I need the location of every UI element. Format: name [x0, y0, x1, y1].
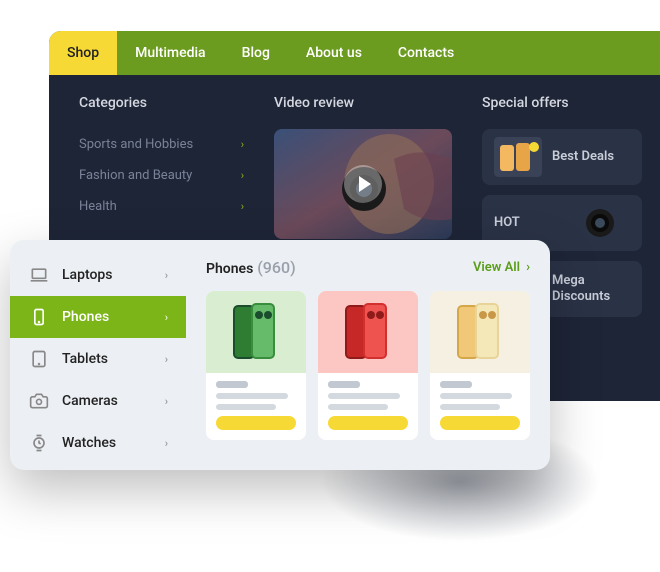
- product-cards: [206, 291, 530, 440]
- sidebar-item-laptops[interactable]: Laptops ›: [10, 254, 186, 296]
- skeleton-line: [216, 381, 248, 388]
- top-nav: Shop Multimedia Blog About us Contacts: [49, 31, 660, 75]
- nav-multimedia[interactable]: Multimedia: [117, 31, 224, 75]
- product-card[interactable]: [318, 291, 418, 440]
- product-image: [430, 291, 530, 373]
- category-health[interactable]: Health ›: [79, 191, 244, 222]
- product-body: [318, 373, 418, 440]
- main-count: (960): [257, 258, 295, 277]
- offer-label: Best Deals: [552, 149, 614, 165]
- view-all-label: View All: [473, 260, 520, 275]
- chevron-right-icon: ›: [165, 437, 168, 450]
- sidebar: Laptops › Phones › Tablets › Cameras ›: [10, 240, 186, 470]
- category-fashion[interactable]: Fashion and Beauty ›: [79, 160, 244, 191]
- sidebar-item-cameras[interactable]: Cameras ›: [10, 380, 186, 422]
- video-heading: Video review: [274, 95, 452, 111]
- sidebar-item-label: Watches: [62, 435, 153, 451]
- product-button[interactable]: [216, 416, 296, 430]
- sidebar-item-phones[interactable]: Phones ›: [10, 296, 186, 338]
- categories-heading: Categories: [79, 95, 244, 111]
- sidebar-item-label: Cameras: [62, 393, 153, 409]
- sidebar-item-label: Laptops: [62, 267, 153, 283]
- sidebar-item-watches[interactable]: Watches ›: [10, 422, 186, 464]
- product-card[interactable]: [206, 291, 306, 440]
- skeleton-line: [440, 381, 472, 388]
- product-body: [430, 373, 530, 440]
- chevron-right-icon: ›: [241, 138, 244, 151]
- category-sports[interactable]: Sports and Hobbies ›: [79, 129, 244, 160]
- chevron-right-icon: ›: [241, 169, 244, 182]
- main-title: Phones: [206, 261, 253, 277]
- sidebar-item-label: Tablets: [62, 351, 153, 367]
- product-body: [206, 373, 306, 440]
- light-app-panel: Laptops › Phones › Tablets › Cameras ›: [10, 240, 550, 470]
- product-button[interactable]: [440, 416, 520, 430]
- skeleton-line: [328, 404, 388, 410]
- skeleton-line: [328, 393, 400, 399]
- phone-icon: [28, 306, 50, 328]
- offer-thumb: [570, 203, 630, 243]
- skeleton-line: [440, 393, 512, 399]
- main-content: Phones (960) View All ›: [186, 240, 550, 470]
- nav-blog[interactable]: Blog: [224, 31, 288, 75]
- category-label: Health: [79, 199, 117, 214]
- nav-about[interactable]: About us: [288, 31, 380, 75]
- product-button[interactable]: [328, 416, 408, 430]
- chevron-right-icon: ›: [241, 200, 244, 213]
- skeleton-line: [328, 381, 360, 388]
- category-label: Sports and Hobbies: [79, 137, 193, 152]
- video-thumbnail[interactable]: [274, 129, 452, 239]
- product-image: [206, 291, 306, 373]
- nav-contacts[interactable]: Contacts: [380, 31, 472, 75]
- chevron-right-icon: ›: [165, 311, 168, 324]
- chevron-right-icon: ›: [165, 395, 168, 408]
- offer-label: Mega Discounts: [552, 273, 630, 304]
- watch-icon: [28, 432, 50, 454]
- offer-label: HOT: [494, 215, 520, 231]
- chevron-right-icon: ›: [165, 269, 168, 282]
- skeleton-line: [216, 393, 288, 399]
- main-title-wrap: Phones (960): [206, 258, 296, 277]
- sidebar-item-tablets[interactable]: Tablets ›: [10, 338, 186, 380]
- view-all-link[interactable]: View All ›: [473, 260, 530, 275]
- skeleton-line: [440, 404, 500, 410]
- tablet-icon: [28, 348, 50, 370]
- sidebar-item-label: Phones: [62, 309, 153, 325]
- chevron-right-icon: ›: [165, 353, 168, 366]
- product-image: [318, 291, 418, 373]
- nav-shop[interactable]: Shop: [49, 31, 117, 75]
- play-icon: [344, 165, 382, 203]
- camera-icon: [28, 390, 50, 412]
- offers-heading: Special offers: [482, 95, 642, 111]
- laptop-icon: [28, 264, 50, 286]
- category-label: Fashion and Beauty: [79, 168, 192, 183]
- offer-thumb: [494, 137, 542, 177]
- product-card[interactable]: [430, 291, 530, 440]
- offer-best-deals[interactable]: Best Deals: [482, 129, 642, 185]
- skeleton-line: [216, 404, 276, 410]
- chevron-right-icon: ›: [526, 260, 530, 275]
